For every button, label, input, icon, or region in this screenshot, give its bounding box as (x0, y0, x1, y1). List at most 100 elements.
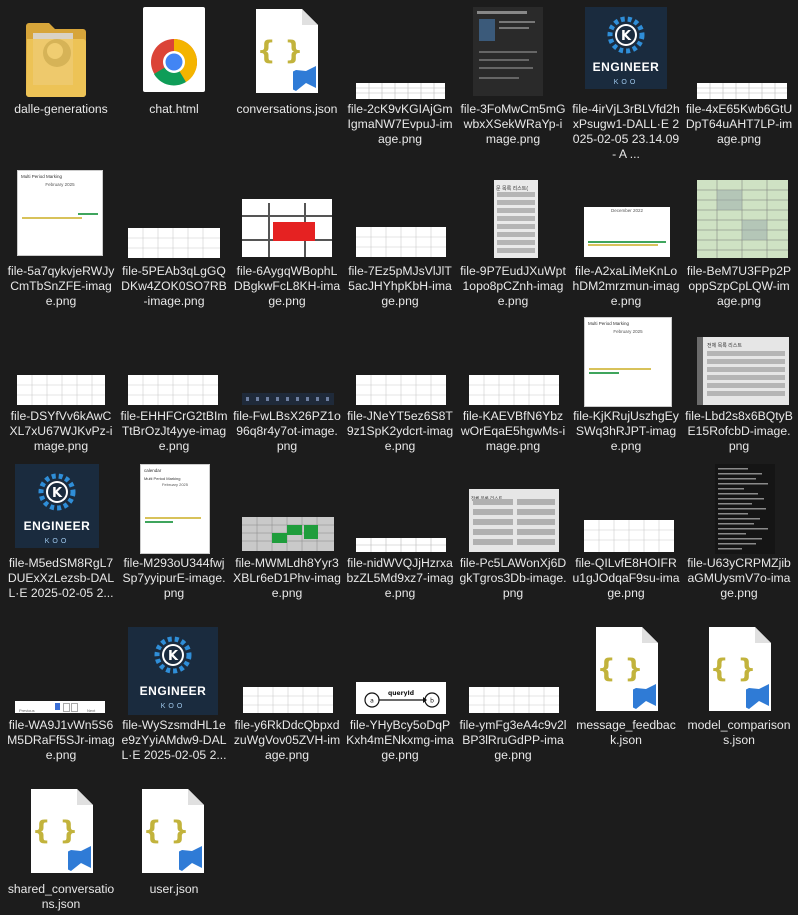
file-item[interactable]: { } model_comparisons.json (685, 625, 793, 770)
calendar-thumbnail: calendar Multi Period Marking February 2… (140, 464, 210, 554)
file-item[interactable]: 전체 목록 리스트 file-Lbd2s8x6BQtyBE15RofcbD-im… (685, 315, 793, 460)
svg-text:{ }: { } (257, 36, 303, 66)
file-name: file-M293oU344fwjSp7yyipurE-image.png (122, 556, 226, 600)
logo-letter: K (52, 486, 63, 501)
file-item[interactable]: Multi Period Marking February 2025 file-… (7, 168, 115, 313)
file-item[interactable]: { } shared_conversations.json (7, 787, 115, 915)
file-item[interactable]: K ENGINEER KOO file-WySzsmdHL1ee9zYyiAMd… (120, 625, 228, 785)
file-name: file-KAEVBfN6YbzwOrEqaE5hgwMs-image.png (460, 409, 566, 453)
file-item[interactable]: file-KAEVBfN6YbzwOrEqaE5hgwMs-image.png (459, 315, 567, 460)
file-name: file-EHHFCrG2tBImTtBrOzJt4yye-image.png (120, 409, 228, 453)
file-name: file-5PEAb3qLgGQDKw4ZOK0SO7RB-image.png (121, 264, 227, 308)
file-item[interactable]: Multi Period Marking February 2025 file-… (572, 315, 680, 460)
logo-letter: K (621, 29, 632, 44)
file-item[interactable]: file-7Ez5pMJsVlJlT5acJHYhpKbH-image.png (346, 168, 454, 313)
gear-icon: K (154, 636, 192, 674)
file-item[interactable]: file-ymFg3eA4c9v2lBP3lRruGdPP-image.png (459, 625, 567, 770)
image-thumbnail (356, 375, 446, 405)
file-item[interactable]: file-6AygqWBophLDBgkwFcL8KH-image.png (233, 168, 341, 313)
file-item[interactable]: file-FwLBsX26PZ1o96q8r4y7ot-image.png (233, 315, 341, 460)
file-name: user.json (149, 882, 199, 896)
logo-title: ENGINEER (23, 519, 91, 533)
file-name: file-9P7EudJXuWpt1opo8pCZnh-image.png (460, 264, 566, 308)
file-item[interactable]: file-JNeYT5ez6S8T9z1SpK2ydcrt-image.png (346, 315, 454, 460)
node-b-label: b (430, 698, 434, 705)
image-thumbnail (469, 687, 559, 713)
list-thumbnail: 문 목록 리스트( (494, 180, 538, 258)
file-item[interactable]: file-3FoMwCm5mGwbxXSekWRaYp-image.png (459, 5, 567, 147)
file-item[interactable]: calendar Multi Period Marking February 2… (120, 462, 228, 607)
table-thumbnail (242, 517, 334, 551)
svg-text:{ }: { } (597, 654, 643, 684)
json-file-icon: { } (256, 9, 318, 93)
file-name: shared_conversations.json (7, 882, 115, 911)
file-item[interactable]: file-5PEAb3qLgGQDKw4ZOK0SO7RB-image.png (120, 168, 228, 313)
pager-next: Next (87, 708, 96, 713)
logo-title: ENGINEER (139, 684, 207, 698)
file-item[interactable]: file-MWMLdh8Yyr3XBLr6eD1Phv-image.png (233, 462, 341, 607)
file-item[interactable]: December 2022 file-A2xaLiMeKnLohDM2mrzmu… (572, 168, 680, 313)
red-highlight-box (273, 222, 315, 241)
json-file-icon: { } (709, 627, 771, 711)
file-name: file-4irVjL3rBLVfd2hxPsugw1-DALL·E 2025-… (572, 102, 680, 161)
json-file-icon: { } (31, 789, 93, 873)
file-name: file-YHyBcy5oDqPKxh4mENkxmg-image.png (346, 718, 454, 762)
file-item[interactable]: file-EHHFCrG2tBImTtBrOzJt4yye-image.png (120, 315, 228, 460)
logo-subtitle: KOO (160, 703, 186, 710)
file-item[interactable]: dalle-generations (7, 5, 115, 120)
file-name: file-U63yCRPMZjibaGMUysmV7o-image.png (687, 556, 791, 600)
file-item[interactable]: 문 목록 리스트( file-9P7EudJXuWpt1opo8pCZnh-im… (459, 168, 567, 313)
file-item[interactable]: { } conversations.json (233, 5, 341, 133)
calendar-month: February 2025 (613, 329, 643, 334)
file-item[interactable]: file-4xE65Kwb6GtUDpT64uAHT7LP-image.png (685, 5, 793, 147)
file-item[interactable]: file-nidWVQJjHzrxabzZL5Md9xz7-image.png (346, 462, 454, 607)
file-item[interactable]: { } user.json (120, 787, 228, 915)
file-item[interactable]: file-DSYfVv6kAwCXL7xU67WJKvPz-image.png (7, 315, 115, 460)
engineer-koo-logo-thumbnail: K ENGINEER KOO (585, 7, 667, 89)
file-name: file-7Ez5pMJsVlJlT5acJHYhpKbH-image.png (348, 264, 452, 308)
file-name: file-JNeYT5ez6S8T9z1SpK2ydcrt-image.png (346, 409, 454, 453)
logo-letter: K (168, 649, 179, 664)
file-item[interactable]: file-2cK9vKGIAjGmIgmaNW7EvpuJ-image.png (346, 5, 454, 147)
file-item[interactable]: K ENGINEER KOO file-M5edSM8RgL7DUExXzLez… (7, 462, 115, 622)
file-name: file-3FoMwCm5mGwbxXSekWRaYp-image.png (460, 102, 566, 146)
pagination-thumbnail (242, 393, 334, 405)
file-name: conversations.json (236, 102, 338, 116)
image-thumbnail (17, 375, 105, 405)
file-item[interactable]: file-QILvfE8HOIFRu1gJOdqaF9su-image.png (572, 462, 680, 607)
file-name: file-KjKRujUszhgEySWq3hRJPT-image.png (573, 409, 679, 453)
file-explorer-view: { "files": [ {"id":"f01","label":"dalle-… (0, 0, 798, 915)
file-item[interactable]: chat.html (120, 5, 228, 120)
svg-text:{ }: { } (32, 816, 78, 846)
file-name: dalle-generations (14, 102, 108, 116)
svg-text:{ }: { } (143, 816, 189, 846)
image-thumbnail (584, 520, 674, 552)
gear-icon: K (607, 16, 645, 54)
calendar-month: February 2025 (45, 182, 75, 187)
file-item[interactable]: a b queryId file-YHyBcy5oDqPKxh4mENkxmg-… (346, 625, 454, 770)
json-file-icon: { } (142, 789, 204, 873)
file-name: file-M5edSM8RgL7DUExXzLezsb-DALL·E 2025-… (7, 556, 115, 600)
file-item[interactable]: 전체 목록 리스트 file-Pc5LAWonXj6DgkTgros3Db-im… (459, 462, 567, 607)
diagram-thumbnail: a b queryId (356, 682, 446, 714)
file-item[interactable]: { } message_feedback.json (572, 625, 680, 770)
file-item[interactable]: Previous Next file-WA9J1vWn5S6M5DRaFf5SJ… (7, 625, 115, 770)
image-thumbnail (242, 199, 332, 257)
file-item[interactable]: file-y6RkDdcQbpxdzuWgVov05ZVH-image.png (233, 625, 341, 770)
image-thumbnail (356, 83, 445, 99)
file-item[interactable]: K ENGINEER KOO file-4irVjL3rBLVfd2hxPsug… (572, 5, 680, 165)
file-name: file-y6RkDdcQbpxdzuWgVov05ZVH-image.png (233, 718, 341, 762)
file-name: chat.html (149, 102, 199, 116)
file-name: file-WySzsmdHL1ee9zYyiAMdw9-DALL·E 2025-… (121, 718, 227, 762)
calendar-title: Multi Period Marking (588, 321, 630, 326)
json-file-icon: { } (596, 627, 658, 711)
file-name: file-MWMLdh8Yyr3XBLr6eD1Phv-image.png (233, 556, 341, 600)
calendar-month: December 2022 (610, 208, 644, 213)
file-name: file-DSYfVv6kAwCXL7xU67WJKvPz-image.png (9, 409, 113, 453)
logo-subtitle: KOO (613, 79, 639, 86)
file-name: file-QILvfE8HOIFRu1gJOdqaF9su-image.png (572, 556, 680, 600)
svg-text:{ }: { } (710, 654, 756, 684)
calendar-thumbnail: Multi Period Marking February 2025 (584, 317, 672, 407)
file-item[interactable]: file-BeM7U3FPp2PoppSzpCpLQW-image.png (685, 168, 793, 313)
file-item[interactable]: file-U63yCRPMZjibaGMUysmV7o-image.png (685, 462, 793, 607)
